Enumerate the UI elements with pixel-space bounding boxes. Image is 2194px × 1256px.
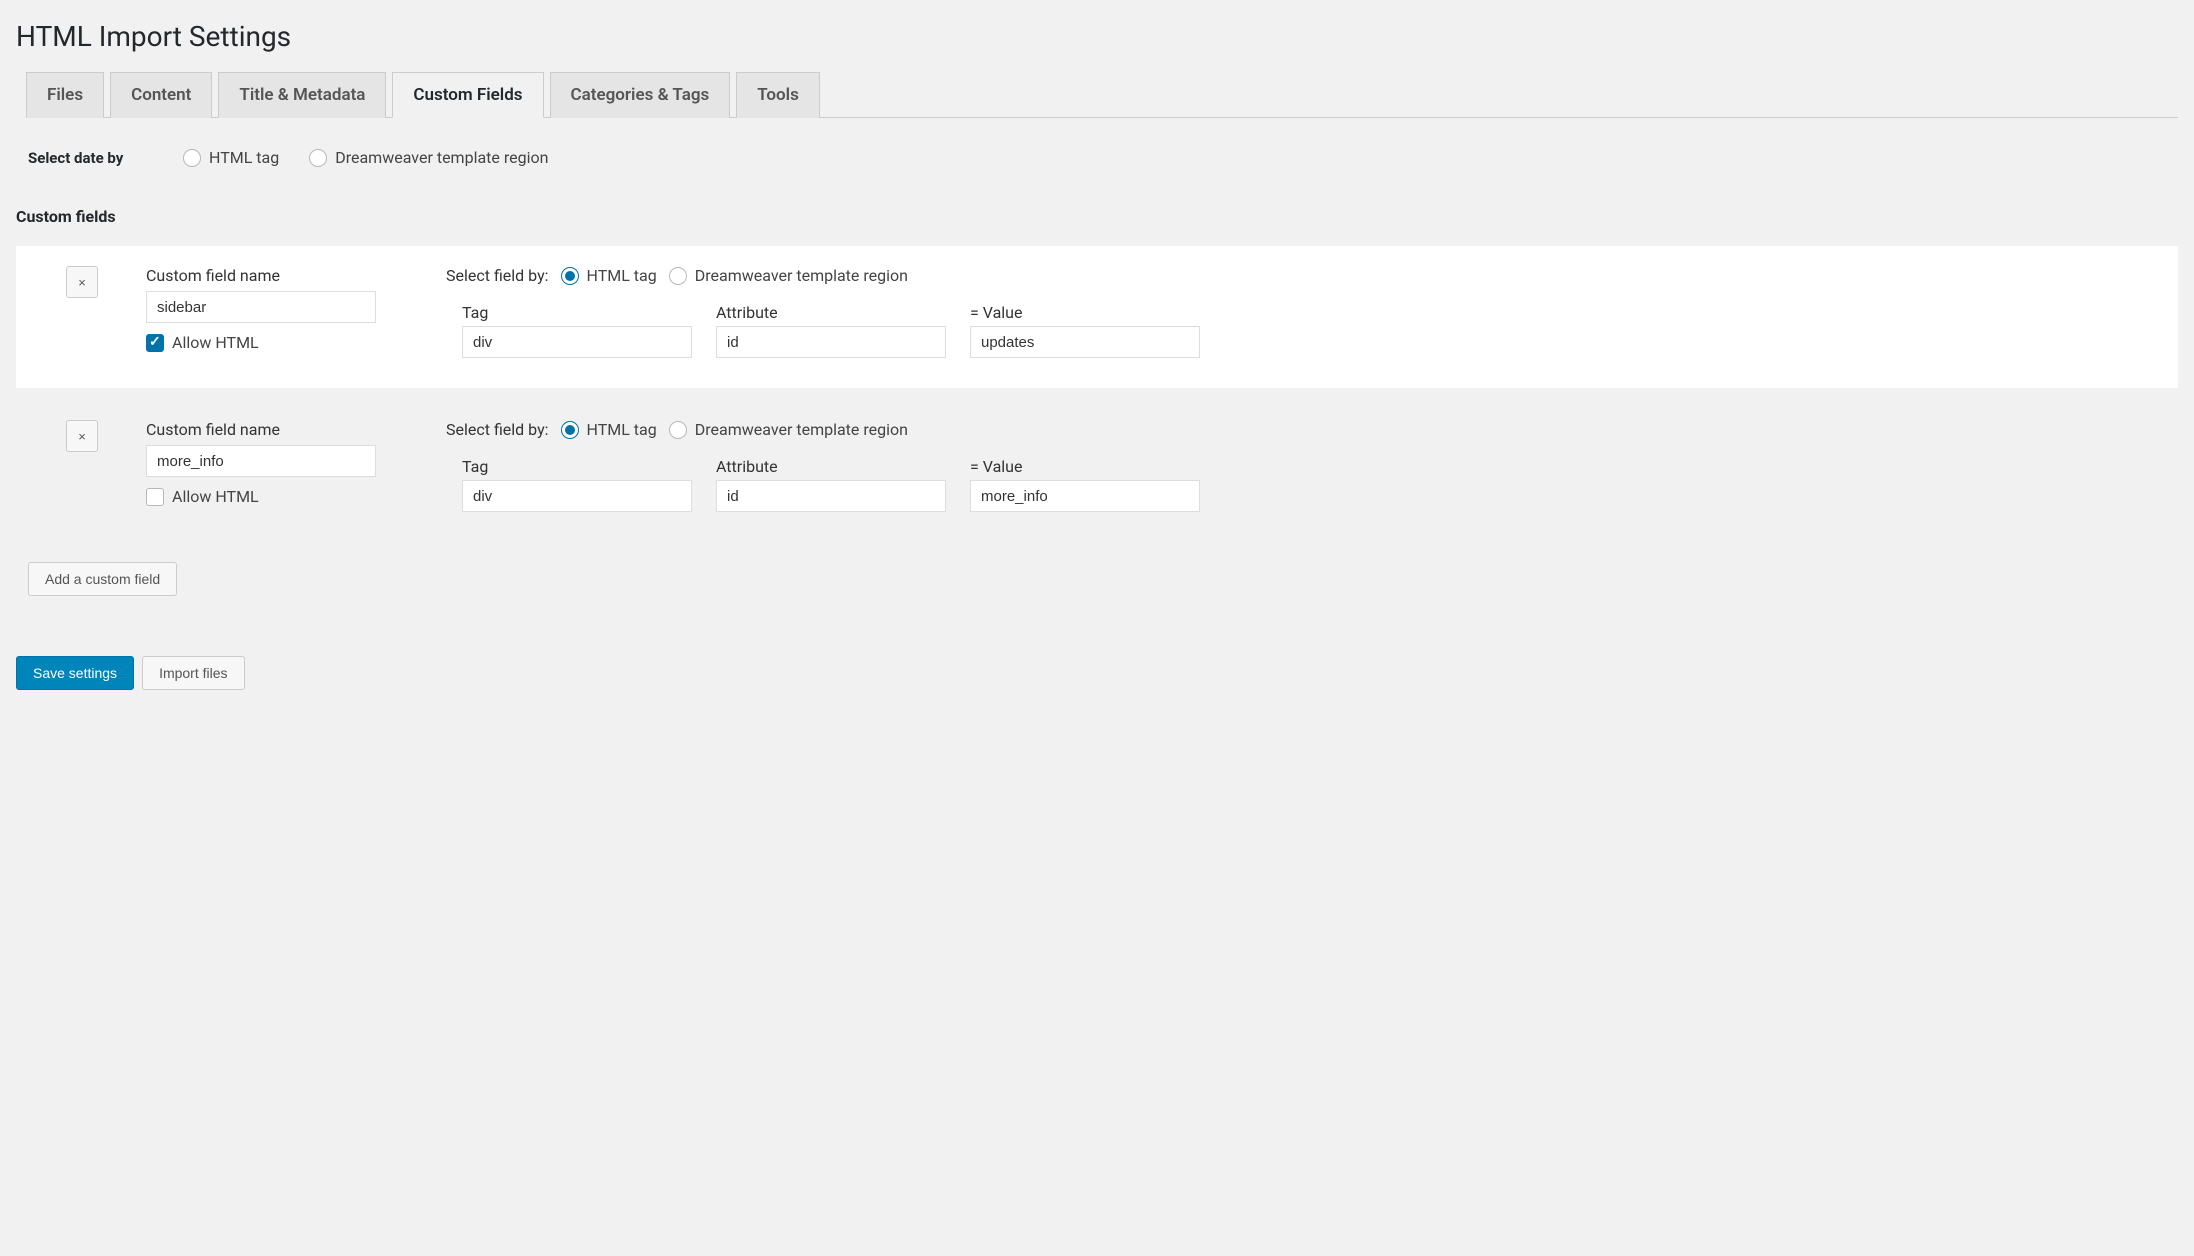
remove-field-button[interactable]: × bbox=[66, 266, 98, 298]
field-radio-html-tag-label[interactable]: HTML tag bbox=[561, 420, 657, 439]
page-title: HTML Import Settings bbox=[16, 0, 2178, 71]
tag-input[interactable] bbox=[462, 326, 692, 358]
tab-title-metadata[interactable]: Title & Metadata bbox=[218, 72, 386, 118]
date-radio-dw-label[interactable]: Dreamweaver template region bbox=[309, 148, 548, 167]
add-custom-field-button[interactable]: Add a custom field bbox=[28, 562, 177, 596]
tab-tools[interactable]: Tools bbox=[736, 72, 820, 118]
close-icon: × bbox=[78, 275, 86, 290]
field-radio-html-tag-label[interactable]: HTML tag bbox=[561, 266, 657, 285]
field-radio-dw-label[interactable]: Dreamweaver template region bbox=[669, 266, 908, 285]
date-radio-html-tag-text: HTML tag bbox=[209, 148, 279, 167]
tag-label: Tag bbox=[462, 457, 692, 476]
allow-html-label: Allow HTML bbox=[172, 333, 259, 352]
tabs-nav: Files Content Title & Metadata Custom Fi… bbox=[26, 71, 2178, 118]
tag-label: Tag bbox=[462, 303, 692, 322]
custom-field-name-input[interactable] bbox=[146, 445, 376, 477]
allow-html-checkbox[interactable] bbox=[146, 488, 164, 506]
custom-field-name-label: Custom field name bbox=[146, 420, 406, 439]
custom-field-row: × Custom field name Allow HTML Select fi… bbox=[16, 400, 2178, 542]
field-radio-dw[interactable] bbox=[669, 267, 687, 285]
import-files-button[interactable]: Import files bbox=[142, 656, 244, 690]
select-field-by-label: Select field by: bbox=[446, 266, 549, 285]
value-label: = Value bbox=[970, 457, 1200, 476]
custom-field-row: × Custom field name Allow HTML Select fi… bbox=[16, 246, 2178, 388]
date-radio-html-tag[interactable] bbox=[183, 149, 201, 167]
custom-fields-heading: Custom fields bbox=[16, 207, 2178, 226]
field-radio-dw[interactable] bbox=[669, 421, 687, 439]
field-radio-dw-label[interactable]: Dreamweaver template region bbox=[669, 420, 908, 439]
field-radio-html-tag[interactable] bbox=[561, 267, 579, 285]
field-radio-html-tag-text: HTML tag bbox=[587, 420, 657, 439]
close-icon: × bbox=[78, 429, 86, 444]
field-radio-dw-text: Dreamweaver template region bbox=[695, 266, 908, 285]
value-input[interactable] bbox=[970, 480, 1200, 512]
tab-files[interactable]: Files bbox=[26, 72, 104, 118]
date-radio-dw-text: Dreamweaver template region bbox=[335, 148, 548, 167]
tab-content[interactable]: Content bbox=[110, 72, 212, 118]
field-radio-html-tag-text: HTML tag bbox=[587, 266, 657, 285]
date-radio-dw[interactable] bbox=[309, 149, 327, 167]
select-date-row: Select date by HTML tag Dreamweaver temp… bbox=[16, 148, 2178, 167]
attribute-input[interactable] bbox=[716, 326, 946, 358]
allow-html-checkbox[interactable] bbox=[146, 334, 164, 352]
attribute-label: Attribute bbox=[716, 457, 946, 476]
allow-html-label: Allow HTML bbox=[172, 487, 259, 506]
attribute-input[interactable] bbox=[716, 480, 946, 512]
date-radio-html-tag-label[interactable]: HTML tag bbox=[183, 148, 279, 167]
custom-field-name-input[interactable] bbox=[146, 291, 376, 323]
select-date-label: Select date by bbox=[28, 149, 183, 167]
remove-field-button[interactable]: × bbox=[66, 420, 98, 452]
value-label: = Value bbox=[970, 303, 1200, 322]
custom-field-name-label: Custom field name bbox=[146, 266, 406, 285]
attribute-label: Attribute bbox=[716, 303, 946, 322]
field-radio-html-tag[interactable] bbox=[561, 421, 579, 439]
tab-categories-tags[interactable]: Categories & Tags bbox=[550, 72, 731, 118]
tag-input[interactable] bbox=[462, 480, 692, 512]
field-radio-dw-text: Dreamweaver template region bbox=[695, 420, 908, 439]
select-field-by-label: Select field by: bbox=[446, 420, 549, 439]
save-settings-button[interactable]: Save settings bbox=[16, 656, 134, 690]
tab-custom-fields[interactable]: Custom Fields bbox=[392, 72, 543, 118]
value-input[interactable] bbox=[970, 326, 1200, 358]
